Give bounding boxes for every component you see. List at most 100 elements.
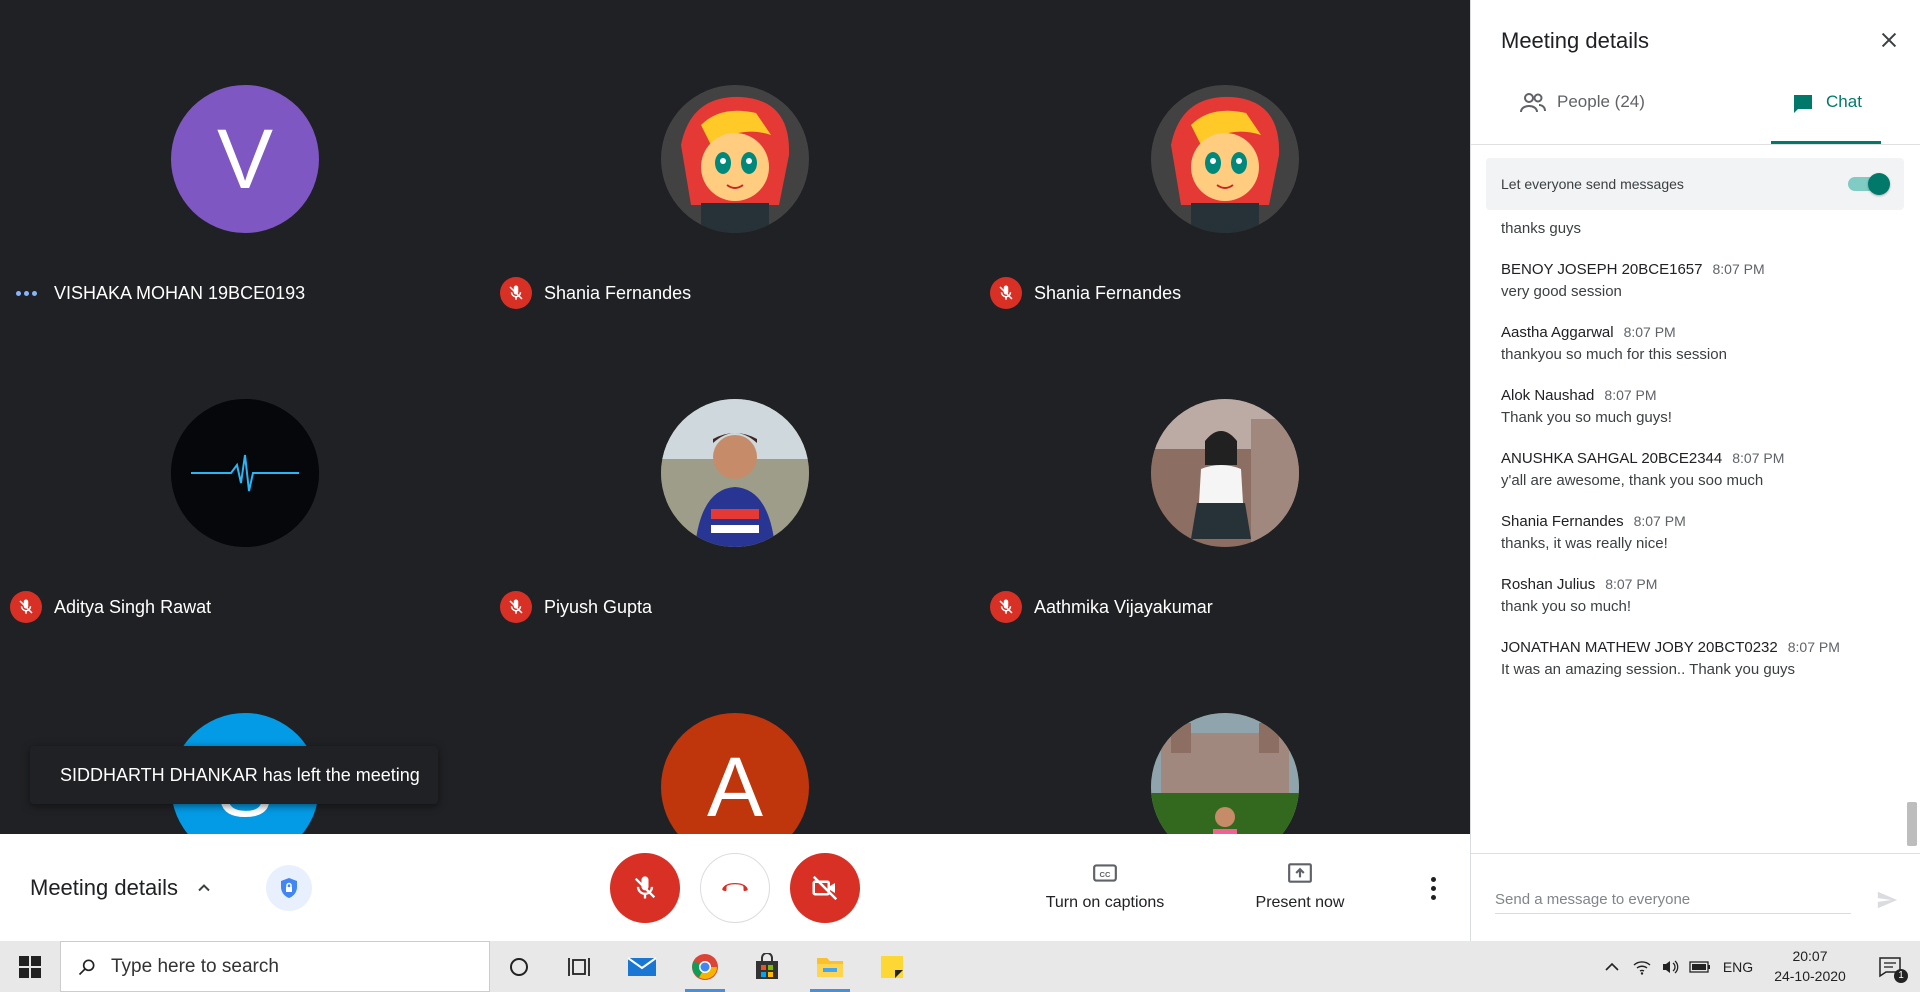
more-options-button[interactable] — [1420, 868, 1446, 908]
chat-message-input[interactable] — [1495, 886, 1851, 914]
participant-tile[interactable]: Shania Fernandes — [980, 0, 1470, 314]
tabs-divider — [1471, 144, 1920, 145]
cartoon-avatar-image — [661, 85, 809, 233]
participant-name: Aditya Singh Rawat — [54, 596, 212, 617]
chat-message: Roshan Julius 8:07 PM thank you so much! — [1501, 576, 1881, 615]
volume-button[interactable] — [1656, 941, 1684, 992]
participant-tile[interactable]: Piyush Gupta — [490, 314, 980, 628]
input-divider — [1471, 853, 1920, 854]
message-sender: Aastha Aggarwal — [1501, 324, 1614, 341]
taskbar-app-store[interactable] — [743, 949, 791, 984]
camera-toggle-button[interactable] — [790, 853, 860, 923]
closed-captions-icon: CC — [1093, 864, 1117, 882]
participant-name-row: Shania Fernandes — [990, 277, 1181, 309]
camera-off-icon — [812, 875, 838, 901]
participant-name-row: Piyush Gupta — [500, 591, 652, 623]
video-grid: V VISHAKA MOHAN 19BCE0193 Shania Fernand… — [0, 0, 1470, 834]
avatar — [1151, 399, 1299, 547]
turn-on-captions-button[interactable]: CC Turn on captions — [1030, 860, 1180, 912]
participant-tile[interactable]: Aathmika Vijayakumar — [980, 314, 1470, 628]
microphone-toggle-button[interactable] — [610, 853, 680, 923]
shield-lock-icon — [281, 878, 297, 898]
avatar — [661, 399, 809, 547]
battery-icon — [1689, 960, 1710, 973]
tab-chat[interactable]: Chat — [1771, 92, 1881, 144]
participant-tile[interactable]: Aditya Singh Rawat — [0, 314, 490, 628]
taskbar-search-box[interactable]: Type here to search — [60, 941, 490, 992]
allow-messages-toggle[interactable] — [1846, 173, 1890, 195]
message-time: 8:07 PM — [1732, 450, 1785, 466]
mic-off-icon — [990, 277, 1022, 309]
chat-message: ANUSHKA SAHGAL 20BCE2344 8:07 PM y'all ar… — [1501, 450, 1881, 489]
message-time: 8:07 PM — [1633, 513, 1686, 529]
message-sender: ANUSHKA SAHGAL 20BCE2344 — [1501, 450, 1723, 467]
cartoon-avatar-image — [1151, 85, 1299, 233]
chat-message-text: It was an amazing session.. Thank you gu… — [1501, 661, 1796, 678]
message-sender: Roshan Julius — [1501, 576, 1596, 593]
participant-tile[interactable]: A — [490, 628, 980, 834]
tab-people[interactable]: People (24) — [1519, 92, 1645, 144]
network-button[interactable] — [1628, 941, 1656, 992]
taskbar-app-mail[interactable] — [618, 949, 666, 984]
windows-logo-icon — [19, 955, 41, 978]
chat-message-list: thanks guys BENOY JOSEPH 20BCE1657 8:07 P… — [1501, 220, 1881, 702]
chat-message-text: very good session — [1501, 283, 1622, 300]
participant-name: Shania Fernandes — [1034, 282, 1182, 303]
task-view-button[interactable] — [555, 949, 603, 984]
chat-scrollbar[interactable] — [1907, 802, 1917, 846]
participant-name: Piyush Gupta — [544, 596, 653, 617]
chevron-up-icon — [1605, 962, 1619, 971]
participant-name-row: VISHAKA MOHAN 19BCE0193 — [10, 277, 305, 309]
mail-icon — [627, 956, 657, 976]
avatar — [661, 85, 809, 233]
present-now-button[interactable]: Present now — [1230, 860, 1370, 912]
mic-off-icon — [500, 277, 532, 309]
chat-message: Shania Fernandes 8:07 PM thanks, it was r… — [1501, 513, 1881, 552]
mic-off-icon — [634, 876, 656, 899]
host-controls-button[interactable] — [266, 865, 312, 911]
message-time: 8:07 PM — [1712, 261, 1765, 277]
taskbar-app-file-explorer[interactable] — [806, 949, 854, 992]
chat-message: BENOY JOSEPH 20BCE1657 8:07 PM very good … — [1501, 261, 1881, 300]
participant-tile[interactable]: V VISHAKA MOHAN 19BCE0193 — [0, 0, 490, 314]
action-center-button[interactable]: 1 — [1870, 941, 1910, 992]
meeting-details-label: Meeting details — [30, 874, 178, 900]
language-indicator[interactable]: ENG — [1720, 941, 1756, 992]
chrome-icon — [692, 953, 718, 980]
battery-button[interactable] — [1686, 941, 1714, 992]
tab-chat-label: Chat — [1826, 92, 1862, 111]
participant-tile[interactable] — [980, 628, 1470, 834]
participant-name-row: Aathmika Vijayakumar — [990, 591, 1213, 623]
participant-name: Shania Fernandes — [544, 282, 692, 303]
participant-name: VISHAKA MOHAN 19BCE0193 — [54, 282, 306, 303]
left-meeting-toast: SIDDHARTH DHANKAR has left the meeting — [30, 746, 438, 804]
cortana-button[interactable] — [495, 949, 543, 984]
taskbar-search-placeholder: Type here to search — [111, 955, 279, 977]
show-hidden-icons-button[interactable] — [1598, 941, 1626, 992]
taskbar-app-chrome[interactable] — [681, 949, 729, 992]
participant-tile[interactable]: Shania Fernandes — [490, 0, 980, 314]
mic-off-icon — [10, 591, 42, 623]
cortana-circle-icon — [510, 957, 528, 976]
avatar — [1151, 713, 1299, 834]
notification-count-badge: 1 — [1894, 969, 1908, 983]
chat-message: Aastha Aggarwal 8:07 PM thankyou so much … — [1501, 324, 1881, 363]
clock-date: 24-10-2020 — [1774, 968, 1846, 984]
taskbar-clock[interactable]: 20:07 24-10-2020 — [1760, 946, 1860, 986]
chat-message-text: thank you so much! — [1501, 598, 1632, 615]
meeting-details-button[interactable]: Meeting details — [30, 834, 214, 941]
close-panel-button[interactable] — [1875, 26, 1903, 54]
send-message-button[interactable] — [1873, 886, 1901, 914]
start-button[interactable] — [0, 941, 60, 992]
chevron-up-icon — [198, 883, 210, 891]
avatar: A — [661, 713, 809, 834]
taskbar-app-sticky-notes[interactable] — [868, 949, 916, 984]
message-time: 8:07 PM — [1605, 576, 1658, 592]
message-sender: Shania Fernandes — [1501, 513, 1624, 530]
speaking-indicator-icon — [10, 277, 42, 309]
task-view-icon — [568, 957, 590, 976]
leave-call-button[interactable] — [700, 853, 770, 923]
close-icon — [1881, 32, 1897, 48]
avatar: V — [171, 85, 319, 233]
building-photo-image — [1151, 713, 1299, 834]
